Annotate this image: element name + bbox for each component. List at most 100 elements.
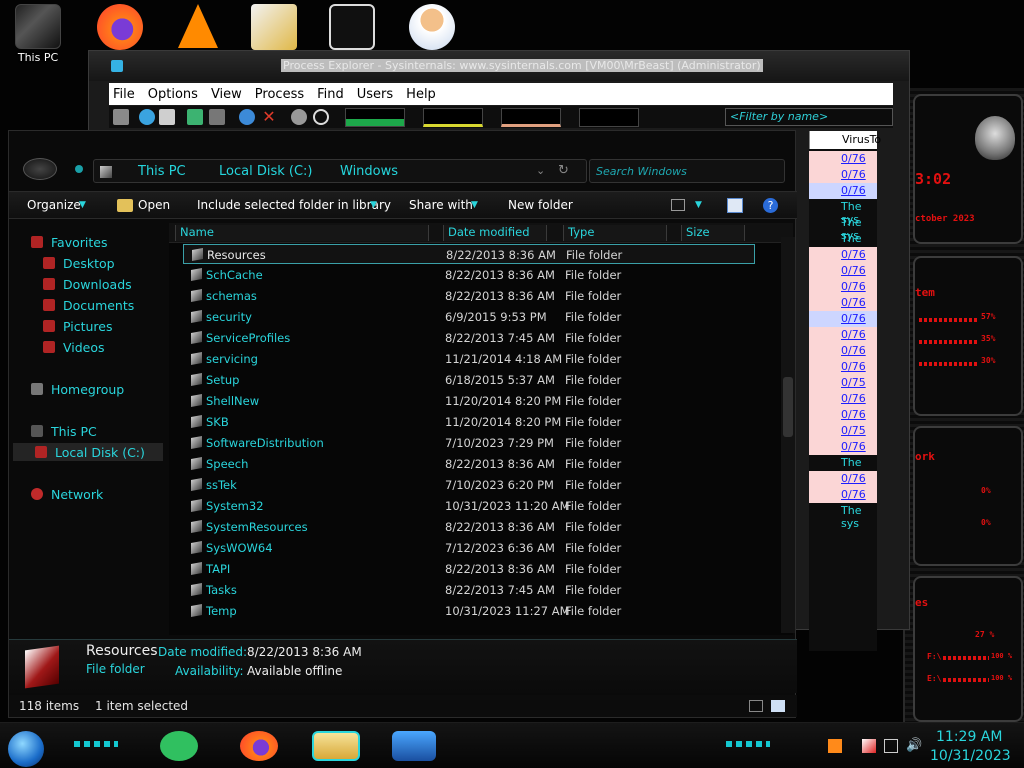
virustotal-result[interactable]: 0/76 (841, 360, 866, 373)
cpu-graph-icon[interactable] (187, 109, 203, 125)
menu-process[interactable]: Process (255, 87, 304, 102)
organize-button[interactable]: Organize (27, 198, 81, 212)
column-name[interactable]: Name (175, 225, 429, 241)
back-button[interactable] (23, 158, 57, 180)
virustotal-row[interactable]: 0/76 (809, 183, 877, 199)
breadcrumb-this-pc[interactable]: This PC (138, 164, 186, 179)
gpu-graph[interactable] (579, 108, 639, 127)
virustotal-row[interactable]: 0/76 (809, 279, 877, 295)
speaker-icon[interactable]: 🔊 (906, 739, 922, 753)
virustotal-row[interactable]: The sys (809, 455, 877, 482)
virustotal-result[interactable]: 0/76 (841, 440, 866, 453)
virustotal-result[interactable]: 0/76 (841, 392, 866, 405)
settings-icon[interactable] (239, 109, 255, 125)
include-in-library-button[interactable]: Include selected folder in library (197, 198, 391, 212)
menu-users[interactable]: Users (357, 87, 393, 102)
nav-favorites[interactable]: Favorites (31, 233, 107, 251)
this-pc-desktop-icon[interactable]: This PC (8, 4, 68, 64)
tree-icon[interactable] (209, 109, 225, 125)
virustotal-row[interactable]: The sys (809, 215, 877, 242)
virustotal-row[interactable]: 0/76 (809, 295, 877, 311)
virustotal-row[interactable]: 0/76 (809, 151, 877, 167)
menu-file[interactable]: File (113, 87, 135, 102)
save-icon[interactable] (113, 109, 129, 125)
filter-by-name-input[interactable]: <Filter by name> (725, 108, 893, 126)
nav-desktop[interactable]: Desktop (43, 254, 115, 272)
table-row[interactable]: servicing 11/21/2014 4:18 AM File folder (183, 349, 755, 369)
virustotal-result[interactable]: 0/76 (841, 296, 866, 309)
view-chevron-icon[interactable]: ▼ (695, 200, 702, 210)
virustotal-row[interactable]: 0/75 (809, 423, 877, 439)
virustotal-result[interactable]: 0/76 (841, 312, 866, 325)
network-icon[interactable] (884, 739, 898, 753)
table-row[interactable]: security 6/9/2015 9:53 PM File folder (183, 307, 755, 327)
share-with-button[interactable]: Share with (409, 198, 473, 212)
virustotal-result[interactable]: 0/76 (841, 488, 866, 501)
virustotal-result[interactable]: 0/76 (841, 152, 866, 165)
table-row[interactable]: SysWOW64 7/12/2023 6:36 AM File folder (183, 538, 755, 558)
nav-network[interactable]: Network (31, 485, 103, 503)
virustotal-result[interactable]: 0/76 (841, 344, 866, 357)
virustotal-row[interactable]: 0/75 (809, 375, 877, 391)
virustotal-result[interactable]: 0/76 (841, 248, 866, 261)
view-options-icon[interactable] (671, 199, 685, 211)
menu-help[interactable]: Help (406, 87, 436, 102)
update-icon[interactable] (828, 739, 842, 753)
virustotal-row[interactable]: 0/76 (809, 439, 877, 455)
table-row[interactable]: Tasks 8/22/2013 7:45 AM File folder (183, 580, 755, 600)
virustotal-result[interactable]: 0/75 (841, 376, 866, 389)
virustotal-row[interactable]: 0/76 (809, 391, 877, 407)
address-bar[interactable]: This PC Local Disk (C:) Windows ⌄ ↻ (93, 159, 587, 183)
new-folder-button[interactable]: New folder (508, 198, 573, 212)
table-row[interactable]: Setup 6/18/2015 5:37 AM File folder (183, 370, 755, 390)
file-explorer-window[interactable]: This PC Local Disk (C:) Windows ⌄ ↻ Sear… (8, 130, 797, 718)
table-row[interactable]: Temp 10/31/2023 11:27 AM File folder (183, 601, 755, 621)
table-row[interactable]: schemas 8/22/2013 8:36 AM File folder (183, 286, 755, 306)
nav-videos[interactable]: Videos (43, 338, 105, 356)
virustotal-row[interactable]: The sys (809, 231, 877, 258)
virustotal-row[interactable]: 0/76 (809, 247, 877, 263)
virustotal-result[interactable]: 0/76 (841, 280, 866, 293)
windows-start-icon[interactable] (8, 731, 44, 767)
open-button[interactable]: Open (138, 198, 170, 212)
virustotal-row[interactable]: 0/76 (809, 471, 877, 487)
notes-app-icon[interactable] (160, 731, 198, 761)
virustotal-row[interactable]: The sys (809, 503, 877, 530)
system-info-icon[interactable] (159, 109, 175, 125)
virustotal-result[interactable]: 0/76 (841, 168, 866, 181)
virustotal-row[interactable]: 0/76 (809, 167, 877, 183)
flag-icon[interactable] (862, 739, 876, 753)
breadcrumb-windows[interactable]: Windows (340, 164, 398, 179)
clock-time[interactable]: 11:29 AM (936, 729, 1002, 745)
virustotal-row[interactable]: 0/76 (809, 311, 877, 327)
refresh-icon[interactable] (139, 109, 155, 125)
virustotal-row[interactable]: 0/76 (809, 327, 877, 343)
table-row[interactable]: SystemResources 8/22/2013 8:36 AM File fol… (183, 517, 755, 537)
virustotal-row[interactable]: 0/76 (809, 407, 877, 423)
nav-pictures[interactable]: Pictures (43, 317, 113, 335)
file-explorer-taskbar-icon[interactable] (312, 731, 360, 761)
details-view-icon[interactable] (749, 700, 763, 712)
nav-local-disk[interactable]: Local Disk (C:) (13, 443, 163, 461)
cpu-graph[interactable] (345, 108, 405, 127)
menu-view[interactable]: View (211, 87, 242, 102)
menu-options[interactable]: Options (148, 87, 198, 102)
breadcrumb-local-disk[interactable]: Local Disk (C:) (219, 164, 312, 179)
virustotal-row[interactable]: The sys (809, 199, 877, 226)
target-icon[interactable] (313, 109, 329, 125)
virustotal-result[interactable]: 0/76 (841, 328, 866, 341)
preview-pane-icon[interactable] (727, 198, 743, 213)
table-row[interactable]: Speech 8/22/2013 8:36 AM File folder (183, 454, 755, 474)
search-input[interactable]: Search Windows (589, 159, 785, 183)
table-row[interactable]: ssTek 7/10/2023 6:20 PM File folder (183, 475, 755, 495)
table-row[interactable]: TAPI 8/22/2013 8:36 AM File folder (183, 559, 755, 579)
clock-date[interactable]: 10/31/2023 (930, 748, 1011, 764)
help-icon[interactable]: ? (763, 198, 778, 213)
search-icon[interactable] (392, 731, 436, 761)
virustotal-header[interactable]: VirusTo (809, 131, 881, 149)
virustotal-result[interactable]: 0/76 (841, 408, 866, 421)
column-size[interactable]: Size (681, 225, 745, 241)
table-row[interactable]: Resources 8/22/2013 8:36 AM File folder (183, 244, 755, 264)
menu-find[interactable]: Find (317, 87, 344, 102)
nav-documents[interactable]: Documents (43, 296, 134, 314)
